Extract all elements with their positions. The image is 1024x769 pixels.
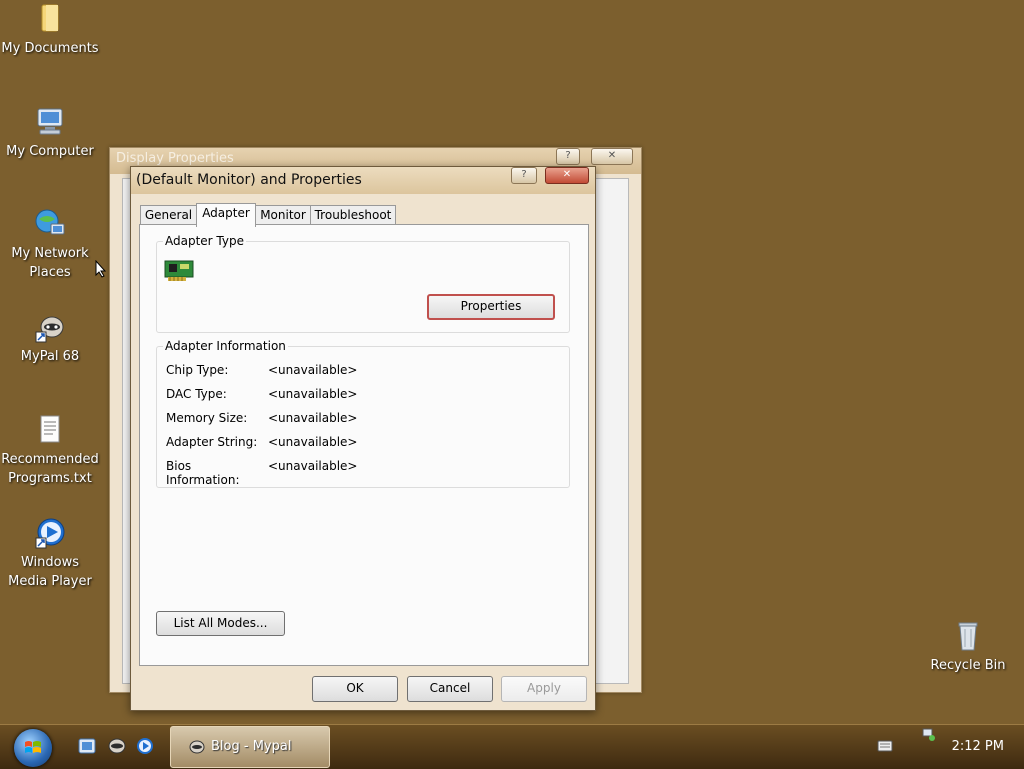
apply-button[interactable]: Apply <box>501 676 587 702</box>
keyboard-tray-icon[interactable] <box>877 739 893 753</box>
desktop-icon-label: My Computer <box>6 144 94 159</box>
desktop-icon-mypal[interactable]: MyPal 68 <box>0 310 100 366</box>
network-icon <box>35 209 65 235</box>
mypal-icon <box>189 740 205 754</box>
tab-general[interactable]: General <box>140 205 197 226</box>
taskbar-button-blog-mypal[interactable]: Blog - Mypal <box>170 726 330 768</box>
help-button[interactable]: ? <box>556 148 580 165</box>
info-key: Bios Information: <box>166 459 240 487</box>
desktop-icon-network[interactable]: My Network Places <box>0 207 100 282</box>
adapter-info-title: Adapter Information <box>163 339 288 353</box>
start-button[interactable] <box>14 729 52 767</box>
taskbar: Blog - Mypal 2:12 PM <box>0 724 1024 769</box>
desktop-icon-recommended-programs[interactable]: Recommended Programs.txt <box>0 413 100 488</box>
info-value: <unavailable> <box>268 435 358 449</box>
mypal-icon <box>35 316 64 343</box>
desktop-icon-label: Windows Media Player <box>8 555 92 589</box>
display-adapter-icon <box>164 260 194 281</box>
taskbar-button-label: Blog - Mypal <box>211 739 292 754</box>
info-value: <unavailable> <box>268 411 358 425</box>
list-all-modes-button[interactable]: List All Modes... <box>156 611 285 636</box>
text-file-icon <box>40 415 60 443</box>
desktop-icon-label: MyPal 68 <box>20 349 80 364</box>
close-button[interactable]: ✕ <box>591 148 633 165</box>
cancel-button[interactable]: Cancel <box>407 676 493 702</box>
desktop-icon-media-player[interactable]: Windows Media Player <box>0 516 100 591</box>
mouse-cursor-icon <box>95 260 107 278</box>
desktop-icon-my-computer[interactable]: My Computer <box>0 105 100 161</box>
desktop-icon-label: My Network Places <box>11 246 89 280</box>
desktop-icon-my-documents[interactable]: My Documents <box>0 2 100 58</box>
network-tray-icon[interactable] <box>920 727 936 741</box>
info-value: <unavailable> <box>268 459 358 473</box>
desktop-icon-label: Recycle Bin <box>930 658 1006 673</box>
tab-adapter[interactable]: Adapter <box>196 203 256 227</box>
system-clock[interactable]: 2:12 PM <box>952 725 1004 769</box>
desktop-icon-recycle-bin[interactable]: Recycle Bin <box>918 619 1018 675</box>
adapter-info-group: Adapter Information Chip Type: <unavaila… <box>156 339 570 488</box>
mypal-quicklaunch-icon[interactable] <box>108 737 126 755</box>
ok-button[interactable]: OK <box>312 676 398 702</box>
info-key: DAC Type: <box>166 387 227 401</box>
info-key: Adapter String: <box>166 435 258 449</box>
info-key: Memory Size: <box>166 411 248 425</box>
recycle-bin-icon <box>958 622 978 651</box>
info-value: <unavailable> <box>268 363 358 377</box>
folder-icon <box>41 4 59 32</box>
info-key: Chip Type: <box>166 363 229 377</box>
desktop-icon-label: My Documents <box>1 41 99 56</box>
desktop-icon-label: Recommended Programs.txt <box>1 452 99 486</box>
adapter-type-group: Adapter Type Properties <box>156 234 570 333</box>
help-button[interactable]: ? <box>511 167 537 184</box>
windows-logo-icon <box>25 741 41 753</box>
tab-troubleshoot[interactable]: Troubleshoot <box>310 205 396 226</box>
show-desktop-icon[interactable] <box>78 737 96 755</box>
adapter-properties-button[interactable]: Properties <box>427 294 555 320</box>
adapter-tab-panel: Adapter Type Properties Adapter Informat… <box>139 224 589 666</box>
media-player-quicklaunch-icon[interactable] <box>136 737 154 755</box>
tab-monitor[interactable]: Monitor <box>255 205 311 226</box>
monitor-properties-dialog[interactable]: (Default Monitor) and Properties ? ✕ Gen… <box>130 166 596 711</box>
computer-icon <box>37 108 63 135</box>
info-value: <unavailable> <box>268 387 358 401</box>
adapter-type-title: Adapter Type <box>163 234 246 248</box>
media-player-icon <box>35 518 65 549</box>
close-button[interactable]: ✕ <box>545 167 589 184</box>
